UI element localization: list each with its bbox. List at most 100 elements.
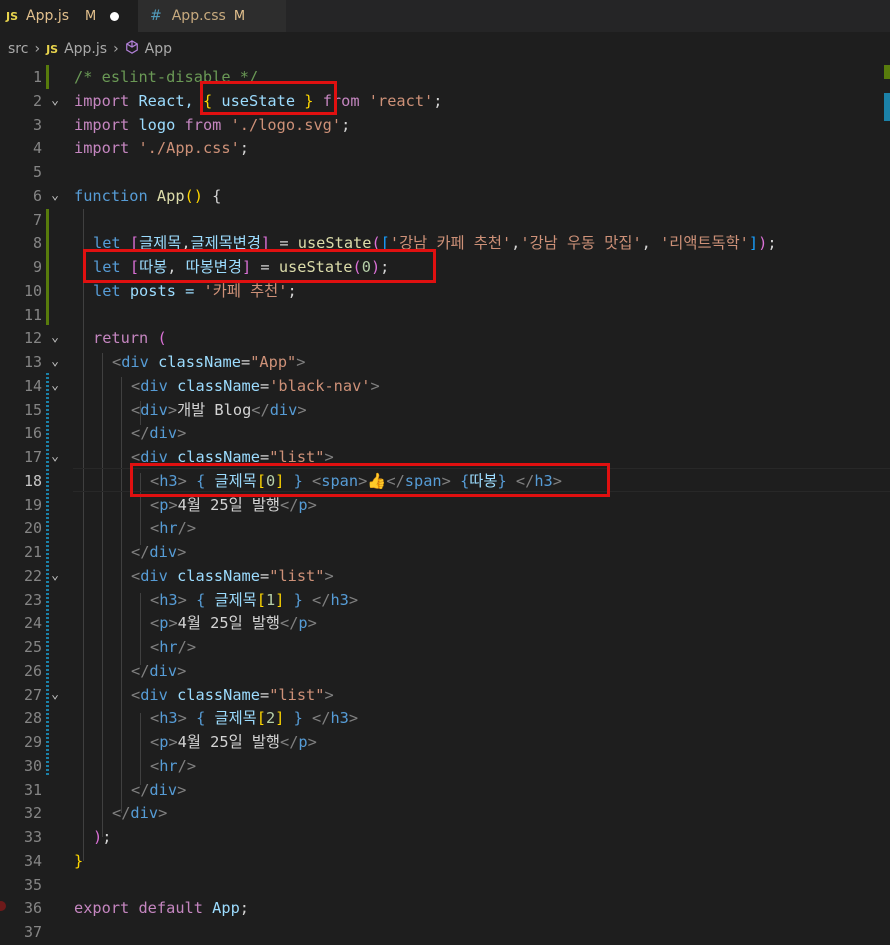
line-number: 11 xyxy=(23,305,42,324)
code-line[interactable]: 22 ⌄ <div className="list"> xyxy=(0,564,890,588)
code-token: > xyxy=(348,709,359,728)
code-token: import xyxy=(74,91,130,110)
code-line[interactable]: 24 <p>4월 25일 발행</p> xyxy=(0,611,890,635)
code-line[interactable]: 3 import logo from './logo.svg'; xyxy=(0,113,890,137)
code-text: <div>개발 Blog</div> xyxy=(131,398,307,422)
code-token: > xyxy=(177,709,187,728)
code-line[interactable]: 35 xyxy=(0,873,890,897)
fold-chevron-icon[interactable]: ⌄ xyxy=(48,326,62,350)
line-number: 13 xyxy=(23,353,42,371)
line-number: 7 xyxy=(32,210,42,229)
code-line[interactable]: 16 </div> xyxy=(0,421,890,445)
code-line[interactable]: 36 export default App; xyxy=(0,896,890,920)
code-line[interactable]: 28 <h3> { 글제목[2] } </h3> xyxy=(0,706,890,730)
code-token: p xyxy=(298,495,308,514)
code-token: className xyxy=(167,566,260,585)
code-line[interactable]: 11 xyxy=(0,303,890,327)
code-token: function xyxy=(74,186,148,205)
breadcrumb-symbol[interactable]: App xyxy=(145,41,172,57)
code-token: './App.css' xyxy=(129,139,240,158)
line-number: 34 xyxy=(23,851,42,870)
code-line[interactable]: 15 <div>개발 Blog</div> xyxy=(0,398,890,422)
code-token: { xyxy=(196,709,206,728)
code-line[interactable]: 2 ⌄ import React, { useState } from 'react… xyxy=(0,89,890,113)
code-line[interactable]: 20 <hr/> xyxy=(0,516,890,540)
code-line[interactable]: 25 <hr/> xyxy=(0,635,890,659)
line-number: 31 xyxy=(23,780,42,799)
fold-chevron-icon[interactable]: ⌄ xyxy=(48,374,62,398)
fold-chevron-icon[interactable]: ⌄ xyxy=(48,683,62,707)
code-token: > xyxy=(177,543,187,561)
fold-chevron-icon[interactable]: ⌄ xyxy=(48,350,62,374)
code-line[interactable]: 27 ⌄ <div className="list"> xyxy=(0,683,890,707)
code-token: > xyxy=(168,733,178,751)
code-text: <p>4월 25일 발행</p> xyxy=(150,730,317,754)
code-line[interactable]: 4 import './App.css'; xyxy=(0,136,890,160)
code-token: 1 xyxy=(265,590,276,609)
code-line[interactable]: 13 ⌄ <div className="App"> xyxy=(0,350,890,374)
code-token: < xyxy=(150,638,160,656)
line-number: 12 xyxy=(23,329,42,348)
code-line[interactable]: 5 xyxy=(0,160,890,184)
code-line[interactable]: 29 <p>4월 25일 발행</p> xyxy=(0,730,890,754)
code-line[interactable]: 34} xyxy=(0,849,890,873)
code-token: </ xyxy=(280,614,299,633)
code-line[interactable]: 30 <hr/> xyxy=(0,754,890,778)
unsaved-dot-icon[interactable] xyxy=(110,11,120,21)
code-token: div xyxy=(140,566,168,585)
code-token: ] xyxy=(748,234,759,253)
code-token: './logo.svg' xyxy=(221,115,342,134)
code-token: > xyxy=(348,590,359,609)
code-token: > xyxy=(177,780,187,799)
code-token: 'black-nav' xyxy=(269,376,371,395)
code-editor[interactable]: 1/* eslint-disable */2 ⌄ import React, { u… xyxy=(0,63,890,945)
code-line[interactable]: 37 xyxy=(0,920,890,944)
line-number: 21 xyxy=(23,543,42,561)
fold-chevron-icon[interactable]: ⌄ xyxy=(48,184,62,208)
line-number: 9 xyxy=(32,258,42,276)
code-token: ; xyxy=(341,115,351,134)
code-line[interactable]: 31 </div> xyxy=(0,778,890,802)
code-token: App xyxy=(147,186,185,205)
code-line[interactable]: 1/* eslint-disable */ xyxy=(0,65,890,89)
code-line[interactable]: 21 </div> xyxy=(0,540,890,564)
code-token: div xyxy=(269,400,298,419)
code-line[interactable]: 23 <h3> { 글제목[1] } </h3> xyxy=(0,588,890,612)
breadcrumb: src › JS App.js › App xyxy=(0,32,890,66)
code-token: hr xyxy=(159,756,178,775)
line-number: 33 xyxy=(23,828,42,846)
code-token: default xyxy=(129,899,203,918)
code-token: className xyxy=(167,376,260,395)
code-line[interactable]: 6 ⌄ function App() { xyxy=(0,184,890,208)
code-line[interactable]: 32 </div> xyxy=(0,801,890,825)
fold-chevron-icon[interactable]: ⌄ xyxy=(48,564,62,588)
line-number: 6 xyxy=(32,186,42,205)
line-number: 2 xyxy=(32,91,42,110)
code-token: </ xyxy=(280,495,299,514)
code-token: ] xyxy=(275,709,285,728)
code-token: div xyxy=(149,780,178,799)
code-token: ( xyxy=(157,329,167,348)
code-token: div xyxy=(130,804,159,823)
code-line[interactable]: 12 ⌄ return ( xyxy=(0,326,890,350)
tab-label: App.js xyxy=(26,8,69,24)
breadcrumb-folder[interactable]: src xyxy=(8,41,28,57)
fold-chevron-icon[interactable]: ⌄ xyxy=(48,445,62,469)
symbol-method-icon xyxy=(125,40,139,58)
code-token: > xyxy=(177,590,187,609)
code-line[interactable]: 7 xyxy=(0,208,890,232)
tab-app-css[interactable]: # App.css M xyxy=(138,0,286,32)
code-token: > xyxy=(324,566,334,585)
code-text: <hr/> xyxy=(150,754,196,778)
annotation-box-h3-line xyxy=(130,463,610,497)
code-line[interactable]: 14 ⌄ <div className='black-nav'> xyxy=(0,374,890,398)
code-token: > xyxy=(158,804,168,823)
code-line[interactable]: 33); xyxy=(0,825,890,849)
tab-app-js[interactable]: JS App.js M xyxy=(0,0,138,32)
code-line[interactable]: 26 </div> xyxy=(0,659,890,683)
code-token: > xyxy=(296,353,306,371)
breadcrumb-file[interactable]: App.js xyxy=(64,41,107,57)
line-number: 22 xyxy=(23,566,42,585)
fold-chevron-icon[interactable]: ⌄ xyxy=(48,89,62,113)
